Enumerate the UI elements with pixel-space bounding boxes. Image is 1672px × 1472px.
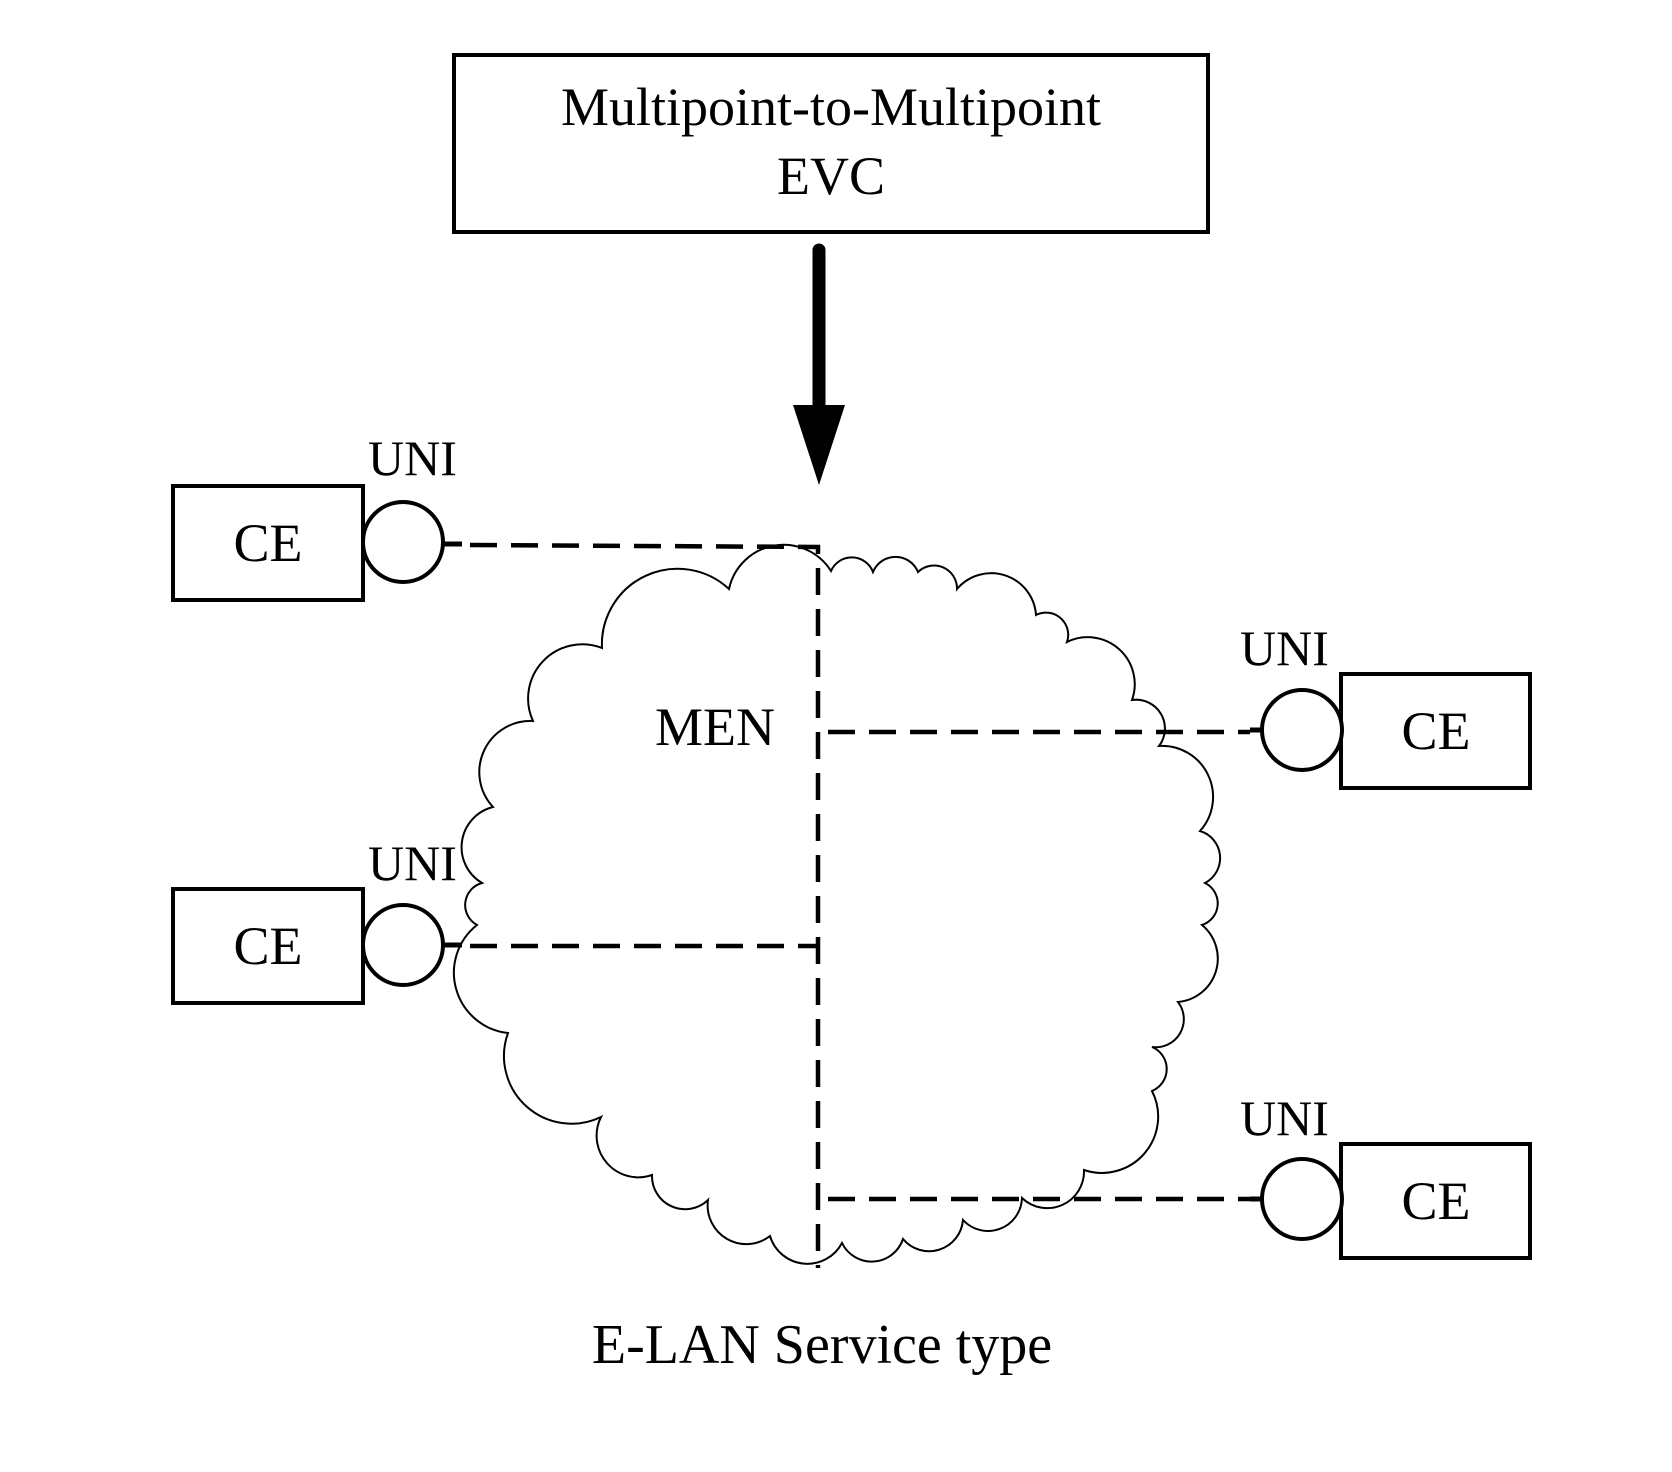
ce-label: CE [1401, 701, 1470, 761]
site-left-top: CE UNI [171, 430, 457, 602]
site-left-middle: CE UNI [171, 835, 457, 1005]
evc-box-title-line1: Multipoint-to-Multipoint [561, 77, 1101, 137]
uni-port-icon [361, 500, 445, 584]
uni-label: UNI [1240, 1090, 1329, 1146]
uni-label: UNI [368, 430, 457, 486]
uni-label: UNI [368, 835, 457, 891]
down-arrow-icon [793, 243, 845, 485]
men-cloud [452, 543, 1222, 1265]
uni-port-icon [1260, 1157, 1344, 1241]
ce-label: CE [1401, 1171, 1470, 1231]
uni-label: UNI [1240, 620, 1329, 676]
uni-port-icon [361, 903, 445, 987]
uni-port-icon [1260, 688, 1344, 772]
arrow-head [793, 405, 845, 485]
site-right-bottom: CE UNI [1240, 1090, 1532, 1260]
evc-box: Multipoint-to-Multipoint EVC [452, 53, 1210, 234]
men-label: MEN [655, 697, 775, 757]
diagram-caption: E-LAN Service type [592, 1314, 1052, 1376]
ce-label: CE [233, 916, 302, 976]
ce-label: CE [233, 513, 302, 573]
evc-box-title-line2: EVC [777, 146, 885, 206]
e-lan-diagram: Multipoint-to-Multipoint EVC MEN CE UNI … [171, 53, 1532, 1376]
site-right-top: CE UNI [1240, 620, 1532, 790]
